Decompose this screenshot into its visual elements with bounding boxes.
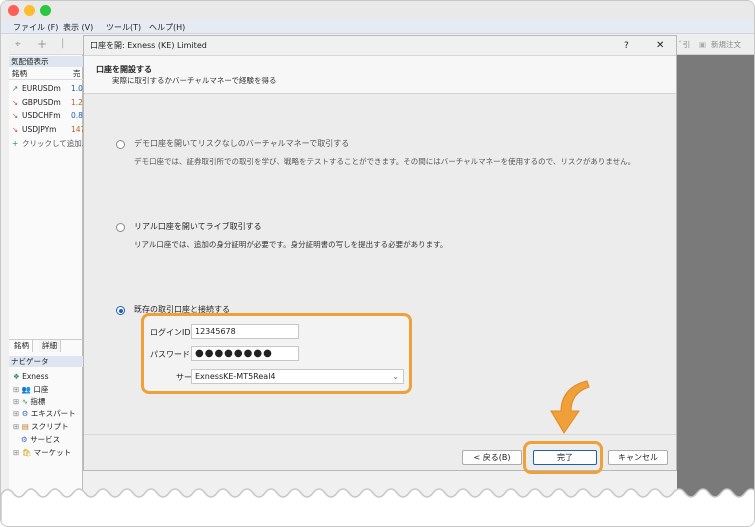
divider-icon: |: [61, 38, 65, 49]
arrow-down-icon: ↘: [12, 98, 19, 107]
radio-real-account[interactable]: [116, 223, 125, 232]
symbol-row[interactable]: ↗ EURUSDm 1.0: [9, 83, 83, 95]
minimize-window-icon[interactable]: [24, 5, 35, 16]
chevron-down-icon[interactable]: ⌄: [392, 370, 399, 383]
plus-icon: +: [12, 139, 19, 148]
trade-partial-label[interactable]: ﾞ引: [679, 35, 690, 55]
arrow-down-icon: ↘: [12, 125, 19, 134]
tab-details[interactable]: 詳細: [39, 340, 61, 352]
header-title: 口座を開設する: [96, 65, 152, 74]
col-symbol[interactable]: 銘柄: [12, 67, 27, 80]
expand-icon[interactable]: ⊞: [13, 397, 19, 406]
menu-help[interactable]: ヘルプ(H): [149, 22, 185, 33]
option-demo-desc: デモ口座では、証券取引所での取引を学び、戦略をテストすることができます。その間に…: [134, 157, 636, 166]
menu-file[interactable]: ファイル (F): [13, 22, 58, 33]
option-real-desc: リアル口座では、追加の身分証明が必要です。身分証明書の写しを提出する必要がありま…: [134, 240, 448, 249]
nav-item-accounts[interactable]: ⊞ 👥 口座: [13, 384, 48, 396]
expand-icon[interactable]: ⊞: [13, 448, 19, 457]
zoom-window-icon[interactable]: [40, 5, 51, 16]
pointer-arrow-icon: [550, 380, 590, 434]
app-window: ファイル (F) 表示 (V) ツール(T) ヘルプ(H) ⌖ + | 気配値表…: [0, 0, 755, 527]
tab-symbols[interactable]: 銘柄: [11, 340, 33, 352]
left-pane: ⌖ + | 気配値表示 銘柄 売 ↗ EURUSDm 1.0 ↘ GBPUSDm…: [9, 35, 83, 505]
cancel-button[interactable]: キャンセル: [608, 450, 668, 465]
nav-item-scripts[interactable]: ⊞ ▤ スクリプト: [13, 421, 69, 433]
crosshair-icon[interactable]: ⌖: [15, 39, 21, 50]
nav-root[interactable]: ❖ Exness: [13, 371, 49, 383]
expand-icon[interactable]: ⊞: [13, 409, 19, 418]
symbol-row[interactable]: ↘ USDCHFm 0.8: [9, 110, 83, 122]
option-real-title[interactable]: リアル口座を開いてライブ取引する: [134, 221, 262, 232]
main-toolbar-right: ﾞ引 ▣ 新規注文: [677, 35, 754, 55]
nav-item-market[interactable]: ⊞ 🛍 マーケット: [13, 447, 71, 459]
indicator-icon: ∿: [21, 397, 28, 406]
navigator-title: ナビゲータ: [9, 356, 83, 367]
nav-item-experts[interactable]: ⊞ ⚙ エキスパート: [13, 408, 76, 420]
arrow-down-icon: ↘: [12, 111, 19, 120]
login-id-label: ログインID:: [150, 328, 194, 337]
nav-item-services[interactable]: ⚙ サービス: [21, 434, 60, 446]
torn-edge: [1, 488, 754, 526]
col-bid[interactable]: 売: [73, 67, 81, 80]
menu-tools[interactable]: ツール(T): [106, 22, 141, 33]
symbol-row[interactable]: ↘ GBPUSDm 1.2: [9, 97, 83, 109]
left-tabs: 銘柄 詳細: [9, 339, 83, 352]
login-id-field[interactable]: 12345678: [191, 324, 299, 339]
window-titlebar: [1, 1, 754, 20]
dialog-title: 口座を開: Exness (KE) Limited: [90, 41, 207, 50]
finish-button-highlight: [523, 441, 603, 474]
server-select[interactable]: ExnessKE-MT5Real4 ⌄: [191, 369, 404, 384]
dialog-header: 口座を開設する 実際に取引するかバーチャルマネーで経験を得る: [84, 56, 676, 94]
exness-logo-icon: ❖: [13, 372, 20, 381]
close-icon[interactable]: ✕: [656, 36, 664, 56]
service-icon: ⚙: [21, 435, 28, 444]
radio-demo-account[interactable]: [116, 140, 125, 149]
menu-view[interactable]: 表示 (V): [63, 22, 93, 33]
back-button[interactable]: < 戻る(B): [462, 450, 522, 465]
login-fields-highlight: ログインID: 12345678 パスワード: ●●●●●●●● サーバ: Ex…: [141, 313, 412, 394]
new-order-button[interactable]: 新規注文: [711, 35, 741, 55]
plus-icon[interactable]: +: [37, 37, 47, 51]
new-order-icon: ▣: [699, 40, 707, 49]
expert-icon: ⚙: [21, 409, 29, 418]
close-window-icon[interactable]: [8, 5, 19, 16]
option-demo-title[interactable]: デモ口座を開いてリスクなしのバーチャルマネーで取引する: [134, 138, 349, 149]
expand-icon[interactable]: ⊞: [13, 422, 19, 431]
market-watch-title: 気配値表示: [9, 56, 83, 67]
symbol-row[interactable]: ↘ USDJPYm 147: [9, 124, 83, 136]
chart-area: [677, 55, 754, 505]
help-button[interactable]: ?: [624, 36, 629, 56]
menu-bar: ファイル (F) 表示 (V) ツール(T) ヘルプ(H): [1, 20, 754, 34]
password-label: パスワード:: [150, 350, 193, 359]
header-subtitle: 実際に取引するかバーチャルマネーで経験を得る: [112, 76, 277, 85]
users-icon: 👥: [21, 385, 32, 394]
nav-item-indicators[interactable]: ⊞ ∿ 指標: [13, 396, 45, 408]
expand-icon[interactable]: ⊞: [13, 385, 19, 394]
market-bag-icon: 🛍: [21, 448, 32, 457]
password-field[interactable]: ●●●●●●●●: [191, 346, 299, 361]
script-icon: ▤: [21, 422, 29, 431]
add-symbol-row[interactable]: + クリックして追加...: [9, 138, 83, 150]
arrow-up-icon: ↗: [12, 84, 19, 93]
radio-existing-account[interactable]: [116, 306, 125, 315]
market-watch-header: 銘柄 売: [9, 67, 83, 80]
dialog-titlebar: 口座を開: Exness (KE) Limited ? ✕: [84, 36, 676, 56]
left-toolbar: ⌖ + |: [9, 35, 83, 55]
